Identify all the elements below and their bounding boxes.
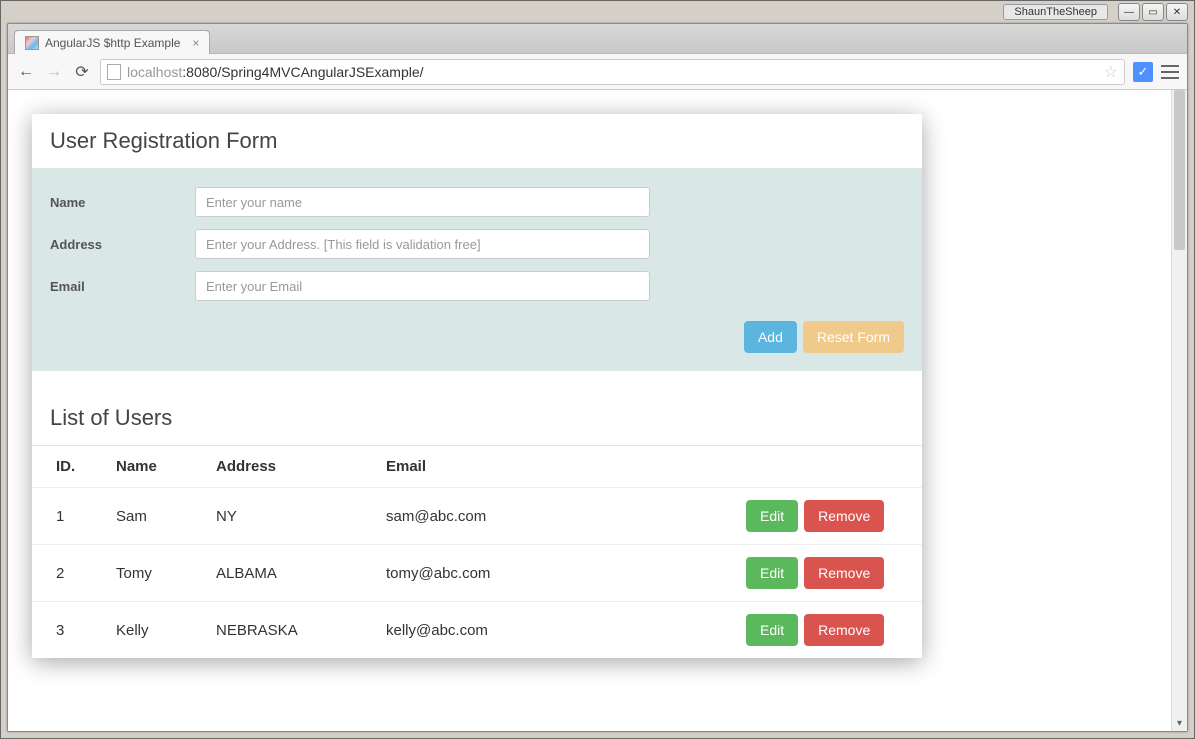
cell-name: Tomy bbox=[92, 545, 192, 602]
table-row: 2TomyALBAMAtomy@abc.com EditRemove bbox=[32, 545, 922, 602]
cell-address: NY bbox=[192, 488, 362, 545]
reset-form-button[interactable]: Reset Form bbox=[803, 321, 904, 353]
window-close-button[interactable]: ✕ bbox=[1166, 3, 1188, 21]
users-list-panel: List of Users ID. Name Address Email bbox=[32, 391, 922, 658]
tab-strip: AngularJS $http Example × bbox=[8, 24, 1187, 54]
page-icon bbox=[107, 64, 121, 80]
bookmark-star-icon[interactable]: ☆ bbox=[1104, 62, 1118, 82]
url-text: localhost:8080/Spring4MVCAngularJSExampl… bbox=[127, 64, 424, 80]
os-titlebar: ShaunTheSheep — ▭ ✕ bbox=[1003, 3, 1188, 21]
edit-button[interactable]: Edit bbox=[746, 614, 798, 646]
cell-address: ALBAMA bbox=[192, 545, 362, 602]
scrollbar-thumb[interactable] bbox=[1174, 90, 1185, 250]
name-label: Name bbox=[50, 195, 195, 210]
cell-name: Sam bbox=[92, 488, 192, 545]
address-bar[interactable]: localhost:8080/Spring4MVCAngularJSExampl… bbox=[100, 59, 1125, 85]
address-label: Address bbox=[50, 237, 195, 252]
menu-icon[interactable] bbox=[1161, 65, 1179, 79]
table-row: 3KellyNEBRASKAkelly@abc.com EditRemove bbox=[32, 602, 922, 659]
browser-toolbar: ← → ⟳ localhost:8080/Spring4MVCAngularJS… bbox=[8, 54, 1187, 90]
cell-name: Kelly bbox=[92, 602, 192, 659]
remove-button[interactable]: Remove bbox=[804, 614, 884, 646]
email-input[interactable] bbox=[195, 271, 650, 301]
cell-email: tomy@abc.com bbox=[362, 545, 722, 602]
remove-button[interactable]: Remove bbox=[804, 500, 884, 532]
scroll-down-arrow-icon[interactable]: ▾ bbox=[1172, 718, 1187, 729]
cell-id: 1 bbox=[32, 488, 92, 545]
os-username: ShaunTheSheep bbox=[1003, 4, 1108, 20]
reload-button[interactable]: ⟳ bbox=[72, 62, 92, 82]
back-button[interactable]: ← bbox=[16, 62, 36, 82]
registration-form: Name Address Email Add bbox=[32, 169, 922, 371]
cell-email: sam@abc.com bbox=[362, 488, 722, 545]
form-panel-title: User Registration Form bbox=[32, 114, 922, 169]
main-card: User Registration Form Name Address Emai… bbox=[32, 114, 922, 658]
window-maximize-button[interactable]: ▭ bbox=[1142, 3, 1164, 21]
cell-email: kelly@abc.com bbox=[362, 602, 722, 659]
email-label: Email bbox=[50, 279, 195, 294]
col-email: Email bbox=[362, 446, 722, 488]
col-id: ID. bbox=[32, 446, 92, 488]
cell-id: 2 bbox=[32, 545, 92, 602]
tab-close-icon[interactable]: × bbox=[192, 36, 199, 50]
browser-window: AngularJS $http Example × ← → ⟳ localhos… bbox=[7, 23, 1188, 732]
tab-title: AngularJS $http Example bbox=[45, 36, 180, 50]
name-input[interactable] bbox=[195, 187, 650, 217]
add-button[interactable]: Add bbox=[744, 321, 797, 353]
page-viewport: ▾ User Registration Form Name Address bbox=[8, 90, 1187, 731]
list-panel-title: List of Users bbox=[32, 391, 922, 446]
vertical-scrollbar[interactable]: ▾ bbox=[1171, 90, 1187, 731]
cell-id: 3 bbox=[32, 602, 92, 659]
forward-button[interactable]: → bbox=[44, 62, 64, 82]
os-window: ShaunTheSheep — ▭ ✕ AngularJS $http Exam… bbox=[0, 0, 1195, 739]
tab-favicon-icon bbox=[25, 36, 39, 50]
table-row: 1SamNYsam@abc.com EditRemove bbox=[32, 488, 922, 545]
edit-button[interactable]: Edit bbox=[746, 557, 798, 589]
cell-address: NEBRASKA bbox=[192, 602, 362, 659]
col-name: Name bbox=[92, 446, 192, 488]
address-input[interactable] bbox=[195, 229, 650, 259]
col-address: Address bbox=[192, 446, 362, 488]
remove-button[interactable]: Remove bbox=[804, 557, 884, 589]
window-minimize-button[interactable]: — bbox=[1118, 3, 1140, 21]
users-table: ID. Name Address Email 1SamNYsam@abc.com… bbox=[32, 446, 922, 658]
browser-tab[interactable]: AngularJS $http Example × bbox=[14, 30, 210, 54]
edit-button[interactable]: Edit bbox=[746, 500, 798, 532]
extension-icon[interactable]: ✓ bbox=[1133, 62, 1153, 82]
